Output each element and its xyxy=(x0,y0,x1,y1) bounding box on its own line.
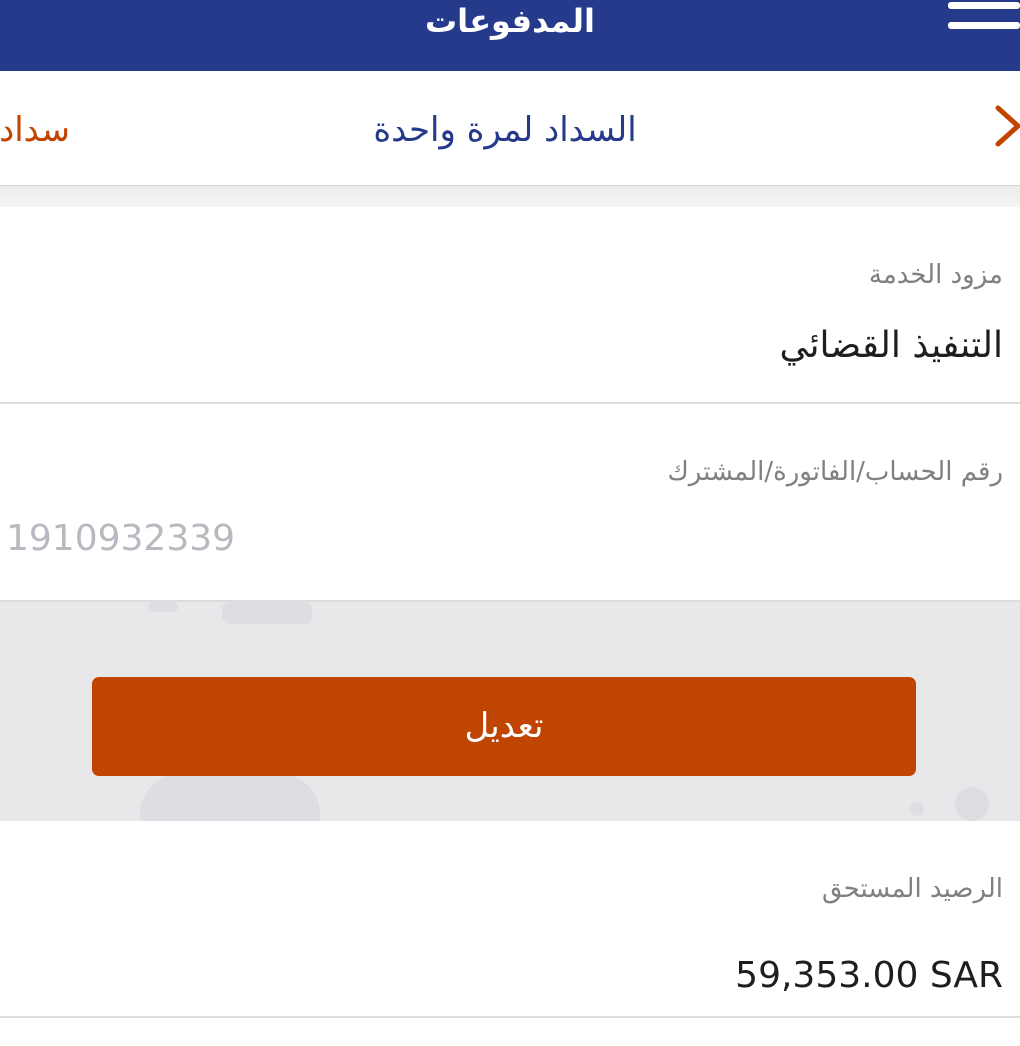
tab-recurring-payment[interactable]: سداد xyxy=(0,105,70,155)
service-provider-field[interactable]: مزود الخدمة التنفيذ القضائي xyxy=(0,207,1020,404)
account-number-input[interactable]: 1910932339 xyxy=(6,518,235,559)
balance-due-value: 59,353.00 SAR xyxy=(735,955,1003,996)
balance-due-label: الرصيد المستحق xyxy=(821,874,1003,904)
app-header: المدفوعات xyxy=(0,0,1020,71)
service-provider-label: مزود الخدمة xyxy=(868,260,1003,290)
edit-button[interactable]: تعديل xyxy=(92,677,916,776)
tab-one-time-payment[interactable]: السداد لمرة واحدة xyxy=(300,105,710,155)
chevron-right-icon[interactable] xyxy=(990,104,1020,148)
balance-due-field: الرصيد المستحق 59,353.00 SAR xyxy=(0,821,1020,1018)
section-divider xyxy=(0,186,1020,207)
payment-type-tabs: سداد السداد لمرة واحدة xyxy=(0,71,1020,186)
page-title: المدفوعات xyxy=(425,2,595,40)
button-area: تعديل xyxy=(0,602,1020,821)
hamburger-menu-icon[interactable] xyxy=(948,0,1020,34)
account-number-field[interactable]: رقم الحساب/الفاتورة/المشترك 1910932339 xyxy=(0,404,1020,602)
account-number-label: رقم الحساب/الفاتورة/المشترك xyxy=(667,457,1003,487)
service-provider-value: التنفيذ القضائي xyxy=(779,325,1003,366)
